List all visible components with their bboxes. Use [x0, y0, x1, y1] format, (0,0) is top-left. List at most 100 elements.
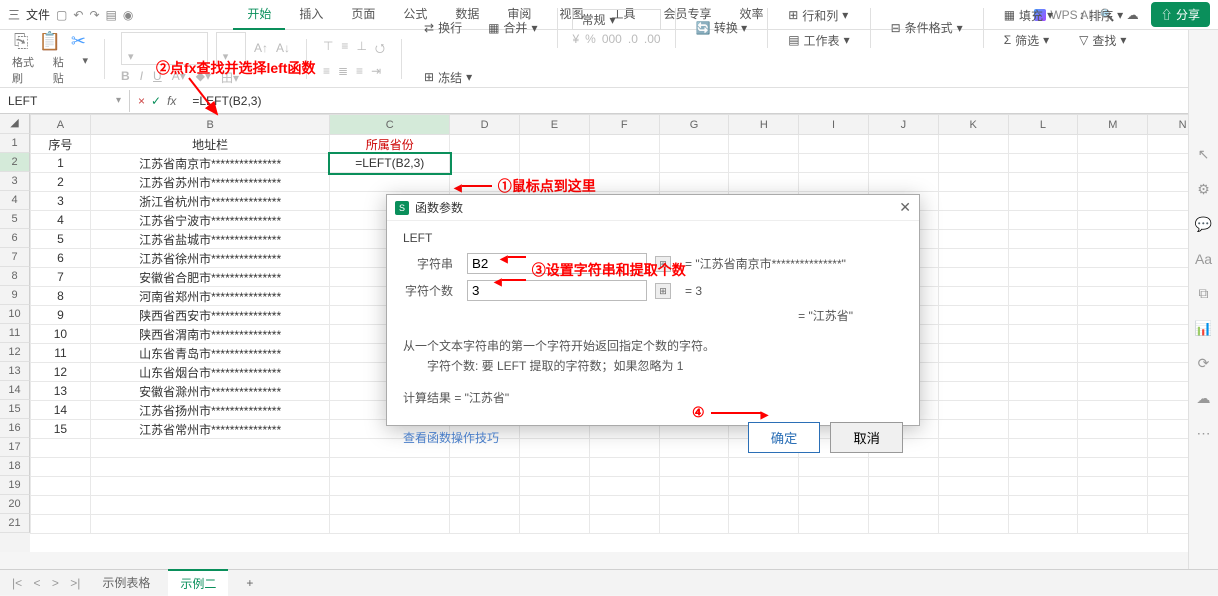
save-icon[interactable]: ▢ [56, 8, 67, 22]
layers-icon[interactable]: ⧉ [1199, 285, 1209, 302]
cell[interactable]: 1 [31, 154, 91, 173]
indent-icon[interactable]: ⇥ [371, 64, 381, 78]
first-sheet-icon[interactable]: |< [8, 576, 26, 590]
col-header-g[interactable]: G [659, 115, 729, 135]
col-header-j[interactable]: J [868, 115, 938, 135]
col-header-k[interactable]: K [938, 115, 1008, 135]
align-right-icon[interactable]: ≡ [356, 64, 363, 78]
sheet-tab-1[interactable]: 示例表格 [90, 570, 162, 595]
file-menu[interactable]: 文件 [26, 6, 50, 23]
row-header-10[interactable]: 10 [0, 305, 30, 324]
row-header-8[interactable]: 8 [0, 267, 30, 286]
row-header-19[interactable]: 19 [0, 476, 30, 495]
row-header-5[interactable]: 5 [0, 210, 30, 229]
align-center-icon[interactable]: ≣ [338, 64, 348, 78]
row-header-17[interactable]: 17 [0, 438, 30, 457]
col-header-c[interactable]: C [330, 115, 450, 135]
row-header-20[interactable]: 20 [0, 495, 30, 514]
row-header-12[interactable]: 12 [0, 343, 30, 362]
comma-icon[interactable]: 000 [602, 32, 622, 46]
row-header-14[interactable]: 14 [0, 381, 30, 400]
col-header-h[interactable]: H [729, 115, 799, 135]
align-middle-icon[interactable]: ≡ [341, 39, 348, 60]
cancel-formula-icon[interactable]: × [138, 94, 145, 108]
print-icon[interactable]: ▤ [106, 8, 117, 22]
row-header-2[interactable]: 2 [0, 153, 30, 172]
freeze-button[interactable]: ⊞ 冻结 ▾ [418, 66, 483, 89]
name-box-dropdown-icon[interactable]: ▾ [116, 95, 121, 106]
conditional-format-button[interactable]: ⊟条件格式 ▾ [885, 16, 969, 39]
dialog-titlebar[interactable]: S 函数参数 ✕ [387, 195, 919, 221]
menu-icon[interactable]: 三 [8, 6, 20, 23]
bold-icon[interactable]: B [121, 69, 130, 86]
prev-sheet-icon[interactable]: < [29, 576, 44, 590]
preview-icon[interactable]: ◉ [123, 8, 133, 22]
sheet-tab-2[interactable]: 示例二 [168, 569, 228, 596]
confirm-formula-icon[interactable]: ✓ [151, 94, 161, 108]
row-header-4[interactable]: 4 [0, 191, 30, 210]
row-header-7[interactable]: 7 [0, 248, 30, 267]
backup-icon[interactable]: ⟳ [1198, 355, 1210, 372]
increase-decimal-icon[interactable]: .00 [644, 32, 661, 46]
more-icon[interactable]: ⋯ [1197, 425, 1211, 442]
number-format-select[interactable]: 常规 ▾ [572, 9, 660, 30]
row-header-16[interactable]: 16 [0, 419, 30, 438]
col-header-i[interactable]: I [799, 115, 869, 135]
align-bottom-icon[interactable]: ⊥ [356, 39, 366, 60]
merge-button[interactable]: ▦ 合并 ▾ [482, 16, 543, 39]
cut-icon[interactable]: ✂ [71, 31, 86, 52]
row-header-9[interactable]: 9 [0, 286, 30, 305]
cell[interactable]: 地址栏 [90, 135, 329, 154]
row-header-3[interactable]: 3 [0, 172, 30, 191]
format-painter-icon[interactable]: ⎘ [14, 31, 28, 52]
sum-button[interactable]: Σ 筛选 ▾ [998, 29, 1059, 52]
tab-page[interactable]: 页面 [337, 0, 389, 30]
col-header-l[interactable]: L [1008, 115, 1078, 135]
increase-font-icon[interactable]: A↑ [254, 41, 268, 55]
select-tool-icon[interactable]: ↖ [1198, 146, 1210, 163]
select-all-corner[interactable]: ◢ [0, 114, 30, 134]
cancel-button[interactable]: 取消 [830, 422, 903, 453]
fill-button[interactable]: ▦ 填充 ▾ [998, 4, 1059, 27]
cell[interactable]: 所属省份 [330, 135, 450, 154]
col-header-d[interactable]: D [450, 115, 520, 135]
decrease-font-icon[interactable]: A↓ [276, 41, 290, 55]
percent-icon[interactable]: % [585, 32, 596, 46]
cloud-sync-icon[interactable]: ☁ [1197, 390, 1211, 407]
col-header-a[interactable]: A [31, 115, 91, 135]
row-header-21[interactable]: 21 [0, 514, 30, 533]
undo-icon[interactable]: ↶ [73, 8, 83, 22]
fx-icon[interactable]: fx [167, 94, 176, 108]
align-top-icon[interactable]: ⊤ [323, 39, 333, 60]
next-sheet-icon[interactable]: > [48, 576, 63, 590]
add-sheet-button[interactable]: + [234, 572, 265, 594]
paste-icon[interactable]: 📋 [38, 31, 60, 52]
paste-dropdown-icon[interactable]: ▾ [82, 54, 88, 86]
editing-cell[interactable]: =LEFT(B2,3) [330, 154, 450, 173]
last-sheet-icon[interactable]: >| [66, 576, 84, 590]
align-left-icon[interactable]: ≡ [323, 64, 330, 78]
col-header-e[interactable]: E [520, 115, 590, 135]
help-link[interactable]: 查看函数操作技巧 [403, 429, 499, 446]
tab-insert[interactable]: 插入 [285, 0, 337, 30]
row-header-15[interactable]: 15 [0, 400, 30, 419]
wrap-text-button[interactable]: ⇄ 换行 [418, 16, 468, 39]
chart-icon[interactable]: 📊 [1195, 320, 1212, 337]
name-box[interactable]: LEFT ▾ [0, 90, 130, 112]
rows-cols-button[interactable]: ⊞ 行和列 ▾ [782, 4, 855, 27]
sort-button[interactable]: ↕ 排序 ▾ [1073, 4, 1132, 27]
row-header-13[interactable]: 13 [0, 362, 30, 381]
currency-icon[interactable]: ¥ [572, 32, 579, 46]
comment-icon[interactable]: 💬 [1195, 216, 1212, 233]
worksheet-button[interactable]: ▤ 工作表 ▾ [782, 29, 855, 52]
cell[interactable]: 江苏省南京市*************** [90, 154, 329, 173]
style-icon[interactable]: Aa [1195, 251, 1212, 267]
convert-button[interactable]: 🔄 转换 ▾ [690, 16, 754, 39]
settings-icon[interactable]: ⚙ [1197, 181, 1210, 198]
col-header-f[interactable]: F [589, 115, 659, 135]
dialog-close-icon[interactable]: ✕ [899, 199, 911, 216]
ok-button[interactable]: 确定 [748, 422, 821, 453]
orientation-icon[interactable]: ⭯ [375, 39, 385, 60]
col-header-m[interactable]: M [1078, 115, 1148, 135]
row-header-18[interactable]: 18 [0, 457, 30, 476]
